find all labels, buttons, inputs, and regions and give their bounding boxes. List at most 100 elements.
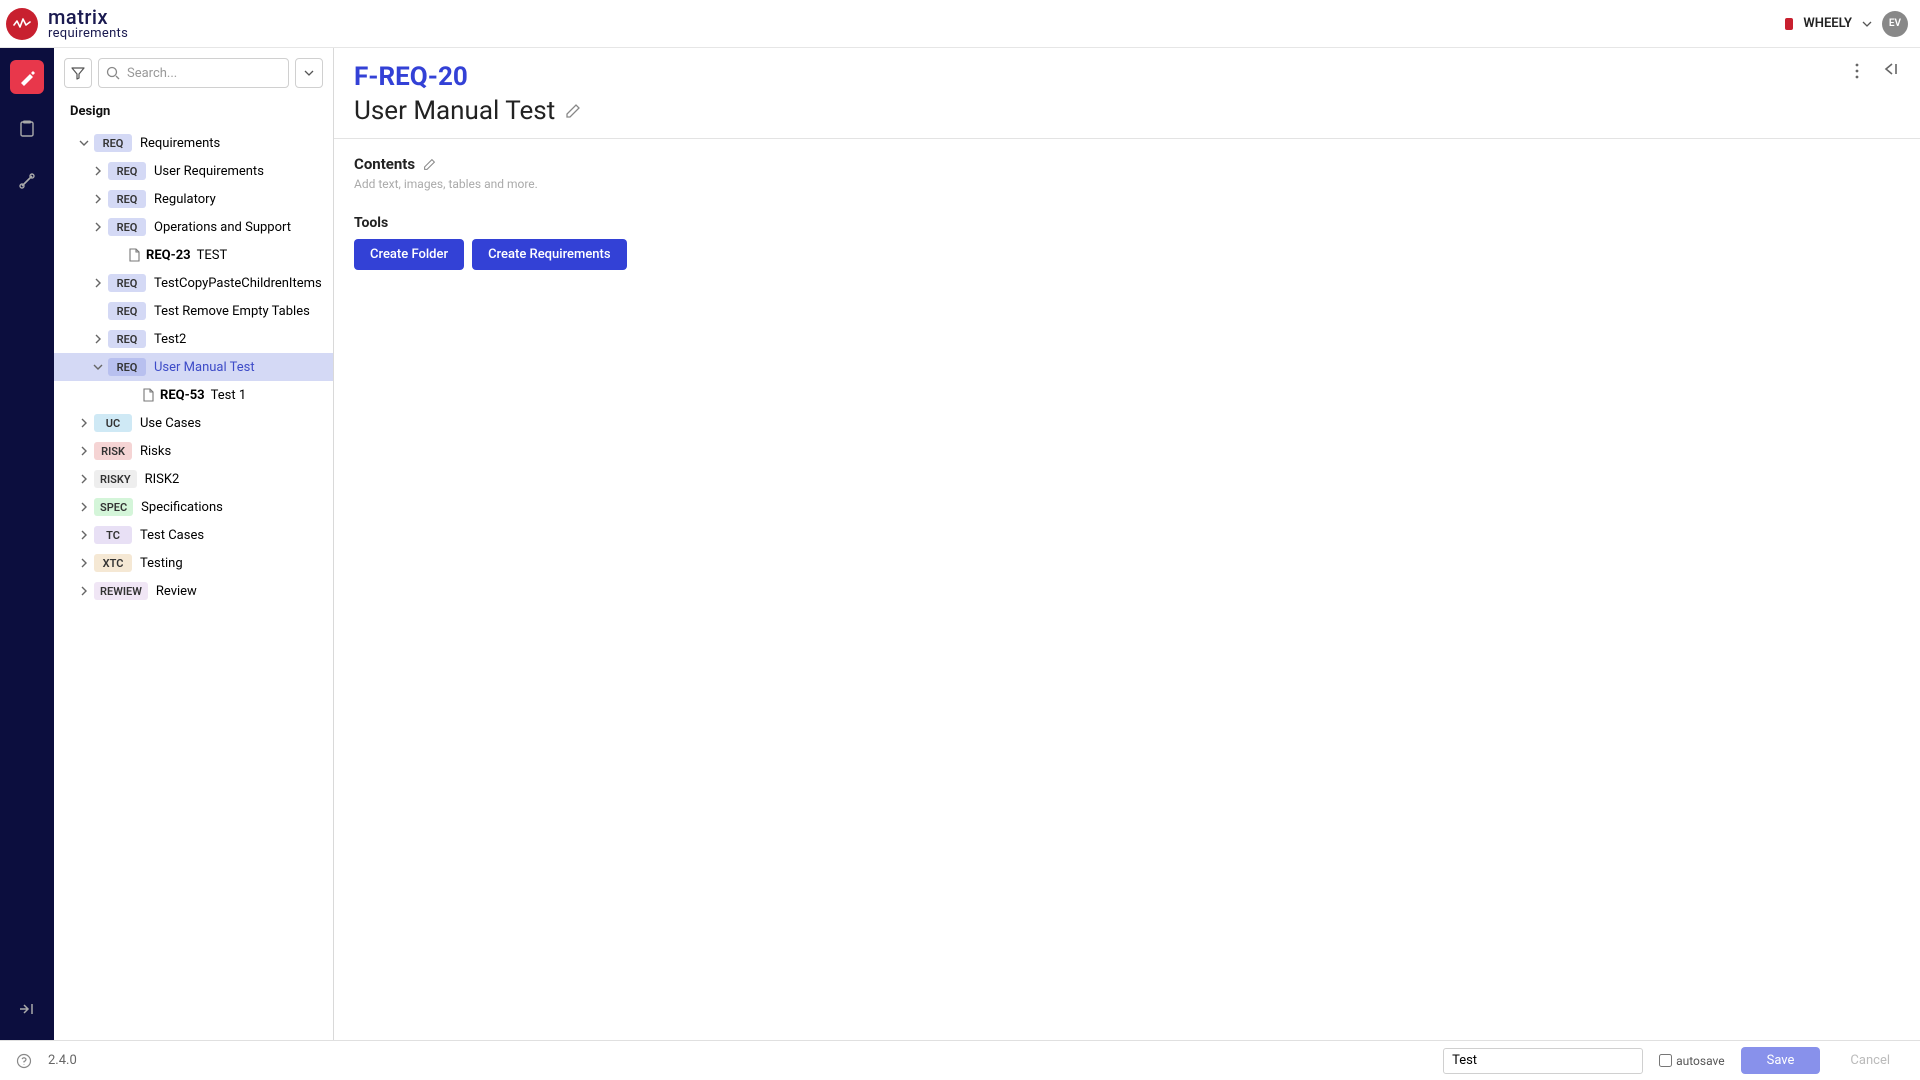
category-tag: REQ: [108, 218, 146, 236]
category-tag: REQ: [108, 274, 146, 292]
tree-row[interactable]: REQ Operations and Support: [54, 213, 333, 241]
help-icon: [16, 1053, 32, 1069]
tree-row[interactable]: SPECSpecifications: [54, 493, 333, 521]
tree-chevron-icon[interactable]: [88, 277, 108, 289]
tree-label: Test Cases: [140, 528, 204, 543]
tree-row[interactable]: REQ Test2: [54, 325, 333, 353]
tree-chevron-icon[interactable]: [74, 585, 94, 597]
tree-row[interactable]: TCTest Cases: [54, 521, 333, 549]
tree-label: User Manual Test: [154, 360, 255, 375]
help-button[interactable]: [16, 1053, 32, 1069]
autosave-toggle[interactable]: autosave: [1659, 1054, 1725, 1068]
save-button[interactable]: Save: [1741, 1047, 1821, 1074]
tree-chevron-icon[interactable]: [74, 137, 94, 149]
cancel-button[interactable]: Cancel: [1836, 1047, 1904, 1074]
kebab-icon: [1850, 62, 1864, 80]
contents-heading: Contents: [354, 155, 415, 173]
chevron-down-icon: [304, 68, 314, 78]
category-tag: REQ: [94, 134, 132, 152]
search-dropdown-button[interactable]: [295, 58, 323, 88]
tree-chevron-icon[interactable]: [74, 417, 94, 429]
category-tag: REQ: [108, 190, 146, 208]
tree-label: Review: [156, 584, 197, 599]
tree-chevron-icon[interactable]: [74, 529, 94, 541]
project-color-dot: [1785, 18, 1793, 30]
contents-placeholder[interactable]: Add text, images, tables and more.: [354, 177, 1900, 191]
tree-row[interactable]: RISKYRISK2: [54, 465, 333, 493]
more-menu-button[interactable]: [1850, 62, 1864, 80]
tree-row[interactable]: REQ Test Remove Empty Tables: [54, 297, 333, 325]
tree-row[interactable]: REQ-53 Test 1: [54, 381, 333, 409]
logo: matrix requirements: [0, 7, 128, 40]
tree-row[interactable]: REQUser Manual Test: [54, 353, 333, 381]
tree-chevron-icon[interactable]: [88, 221, 108, 233]
tree-row[interactable]: XTC Testing: [54, 549, 333, 577]
autosave-checkbox[interactable]: [1659, 1054, 1672, 1067]
tree-chevron-icon[interactable]: [88, 193, 108, 205]
project-name[interactable]: WHEELY: [1803, 16, 1852, 31]
tree-label: Test 1: [211, 388, 247, 403]
item-id: F-REQ-20: [354, 62, 1900, 92]
logo-badge-icon: [6, 8, 38, 40]
tree: REQRequirementsREQUser RequirementsREQRe…: [54, 129, 333, 1040]
tree-row[interactable]: REQ TestCopyPasteChildrenItems: [54, 269, 333, 297]
tree-label: Use Cases: [140, 416, 201, 431]
category-tag: REQ: [108, 302, 146, 320]
tree-chevron-icon[interactable]: [74, 557, 94, 569]
tree-chevron-icon[interactable]: [74, 501, 94, 513]
doc-id: REQ-23: [146, 248, 191, 263]
tree-chevron-icon[interactable]: [88, 333, 108, 345]
tree-label: Regulatory: [154, 192, 216, 207]
tree-label: User Requirements: [154, 164, 264, 179]
tree-label: TestCopyPasteChildrenItems: [154, 276, 322, 291]
doc-id: REQ-53: [160, 388, 205, 403]
category-tag: REQ: [108, 330, 146, 348]
category-tag: REWIEW: [94, 582, 148, 600]
footer: 2.4.0 autosave Save Cancel: [0, 1040, 1920, 1080]
version-label: 2.4.0: [48, 1053, 77, 1068]
tree-row[interactable]: RISK Risks: [54, 437, 333, 465]
avatar[interactable]: EV: [1882, 11, 1908, 37]
tree-row[interactable]: REQRequirements: [54, 129, 333, 157]
create-folder-button[interactable]: Create Folder: [354, 239, 464, 270]
tree-label: Test2: [154, 332, 186, 347]
panel-collapse-icon: [1882, 62, 1900, 76]
tree-label: Test Remove Empty Tables: [154, 304, 310, 319]
logo-text-bottom: requirements: [48, 27, 128, 40]
collapse-panel-button[interactable]: [1882, 62, 1900, 80]
chevron-down-icon[interactable]: [1862, 19, 1872, 29]
tree-chevron-icon[interactable]: [88, 361, 108, 373]
edit-contents-button[interactable]: [423, 158, 436, 171]
tree-label: Specifications: [141, 500, 223, 515]
rail-item-design[interactable]: [10, 60, 44, 94]
footer-text-input[interactable]: [1443, 1048, 1643, 1074]
rail-collapse-button[interactable]: [10, 992, 44, 1026]
tree-row[interactable]: REQ-23 TEST: [54, 241, 333, 269]
create-requirements-button[interactable]: Create Requirements: [472, 239, 626, 270]
main-panel: F-REQ-20 User Manual Test: [334, 48, 1920, 1040]
search-input[interactable]: [98, 58, 289, 88]
pencil-icon: [423, 158, 436, 171]
tree-chevron-icon[interactable]: [88, 165, 108, 177]
category-tag: RISK: [94, 442, 132, 460]
document-icon: [128, 248, 140, 262]
edit-title-button[interactable]: [565, 103, 581, 119]
tree-row[interactable]: REWIEW Review: [54, 577, 333, 605]
category-tag: XTC: [94, 554, 132, 572]
tree-row[interactable]: UCUse Cases: [54, 409, 333, 437]
tree-label: TEST: [197, 248, 228, 263]
rail-item-tools[interactable]: [10, 164, 44, 198]
tree-row[interactable]: REQ Regulatory: [54, 185, 333, 213]
pencil-icon: [565, 103, 581, 119]
document-icon: [142, 388, 154, 402]
tree-chevron-icon[interactable]: [74, 445, 94, 457]
tree-label: Operations and Support: [154, 220, 291, 235]
filter-button[interactable]: [64, 58, 92, 88]
app-header: matrix requirements WHEELY EV: [0, 0, 1920, 48]
tree-row[interactable]: REQUser Requirements: [54, 157, 333, 185]
tree-label: Risks: [140, 444, 171, 459]
search-icon: [106, 66, 120, 80]
rail-item-docs[interactable]: [10, 112, 44, 146]
tree-chevron-icon[interactable]: [74, 473, 94, 485]
tree-label: Testing: [140, 556, 183, 571]
